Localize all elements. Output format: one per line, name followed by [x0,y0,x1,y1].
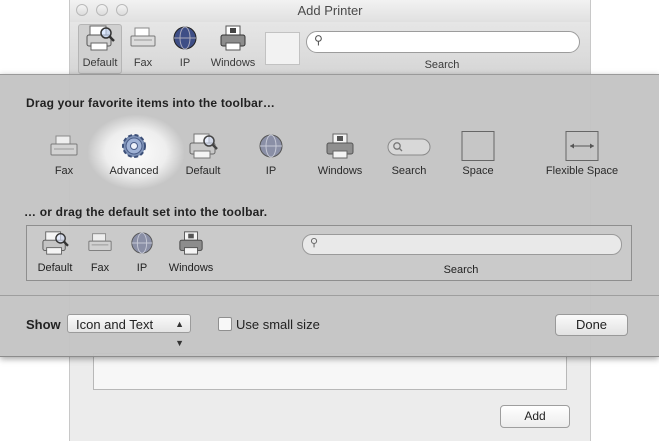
toolbar-default-button[interactable]: Default [80,24,120,69]
toolbar-empty-slot [265,32,300,65]
printer-detail-field[interactable] [93,353,567,390]
fax-icon [50,135,78,156]
show-value: Icon and Text [76,317,154,332]
globe-icon [259,134,283,158]
palette-item-windows[interactable]: Windows [314,131,366,177]
printer-magnify-icon [189,133,218,159]
default-set-default: Default [35,230,75,274]
printer-magnify-icon [86,25,115,51]
toolbar-ip-label: IP [179,57,191,69]
default-toolbar-set[interactable]: Default Fax IP Windows ⚲ Search [26,225,632,281]
add-button[interactable]: Add [500,405,570,428]
palette-item-space[interactable]: Space [458,131,498,177]
window-search-field[interactable]: ⚲ [306,31,580,53]
default-set-search: ⚲ [302,234,622,255]
palette-item-search[interactable]: Search [386,131,432,177]
minimize-window-button[interactable] [96,4,108,16]
default-set-label: Fax [90,262,110,274]
close-window-button[interactable] [76,4,88,16]
zoom-window-button[interactable] [116,4,128,16]
default-set-ip: IP [127,230,157,274]
window-toolbar: Default Fax IP Windows ⚲ Search [70,22,590,75]
palette-item-label: IP [265,165,277,177]
customize-toolbar-sheet: Drag your favorite items into the toolba… [0,74,659,357]
palette-item-advanced[interactable]: Advanced [104,131,164,177]
popup-arrows-icon: ▲ ▼ [175,319,184,348]
default-set-label: IP [136,262,148,274]
flexible-space-icon [565,131,599,161]
printer-magnify-icon [42,231,69,255]
palette-item-default[interactable]: Default [180,131,226,177]
show-popup-button[interactable]: Icon and Text ▲ ▼ [67,314,191,348]
toolbar-default-label: Default [82,57,118,69]
palette-item-label: Flexible Space [545,165,619,177]
use-small-size-label[interactable]: Use small size [236,317,320,332]
done-button[interactable]: Done [555,314,628,336]
search-icon: ⚲ [310,237,319,249]
default-set-label: Windows [168,262,214,274]
fax-icon [130,27,156,47]
globe-icon [131,232,153,254]
palette-item-label: Fax [54,165,74,177]
toolbar-fax-button[interactable]: Fax [128,24,158,69]
palette-item-label: Advanced [109,165,159,177]
toolbar-windows-label: Windows [210,57,256,69]
space-icon [461,131,495,161]
windows-printer-icon [220,25,246,51]
window-title: Add Printer [297,3,363,18]
drag-favorites-heading: Drag your favorite items into the toolba… [26,96,276,110]
default-set-label: Default [37,262,73,274]
palette-item-ip[interactable]: IP [256,131,286,177]
search-field-icon [387,138,431,156]
default-set-fax: Fax [85,230,115,274]
palette-item-label: Search [391,165,427,177]
palette-item-flexible-space[interactable]: Flexible Space [540,131,624,177]
globe-icon [173,26,197,50]
palette-item-label: Default [185,165,221,177]
use-small-size-checkbox[interactable] [218,317,232,331]
default-set-search-label: Search [443,264,479,276]
show-label: Show [26,317,61,332]
toolbar-ip-button[interactable]: IP [170,24,200,69]
fax-icon [88,233,112,251]
search-icon: ⚲ [314,33,323,47]
toolbar-fax-label: Fax [133,57,153,69]
toolbar-windows-button[interactable]: Windows [208,24,258,69]
title-bar: Add Printer [70,0,590,22]
palette-item-label: Windows [317,165,363,177]
windows-printer-icon [326,133,354,159]
default-set-windows: Windows [165,230,217,274]
palette-item-label: Space [462,165,494,177]
palette-item-fax[interactable]: Fax [44,131,84,177]
gear-icon [122,134,146,158]
window-search-label: Search [424,59,460,71]
default-set-heading: … or drag the default set into the toolb… [24,205,268,219]
separator [0,295,659,296]
windows-printer-icon [179,231,203,255]
